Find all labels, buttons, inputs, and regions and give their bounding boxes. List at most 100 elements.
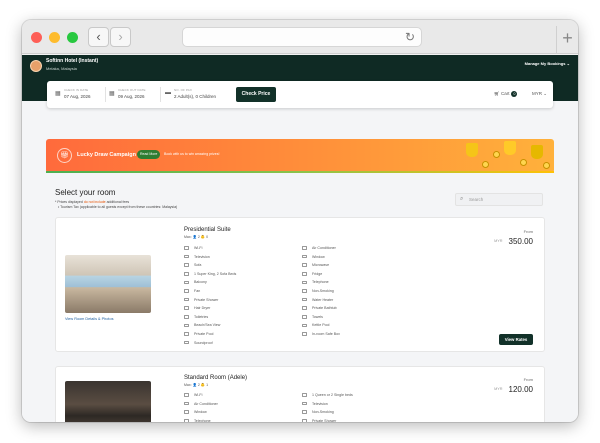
minimize-window-button[interactable] xyxy=(49,32,60,43)
amenity-label: Fridge xyxy=(312,271,323,276)
new-tab-plus-icon[interactable]: + xyxy=(556,26,578,54)
banner-accent-strip xyxy=(46,171,554,173)
amenity-icon xyxy=(302,280,307,285)
amenity-label: 1 Super King, 2 Sofa Beds xyxy=(194,271,237,276)
amenity-item: Sofa xyxy=(184,263,201,267)
amenity-label: Non-Smoking xyxy=(312,289,334,293)
back-arrow-icon[interactable]: ‹ xyxy=(88,27,109,47)
currency-selector[interactable]: MYR ⌄ xyxy=(532,91,547,97)
close-window-button[interactable] xyxy=(31,32,42,43)
amenity-label: In-room Safe Box xyxy=(312,332,340,336)
amenity-label: Television xyxy=(194,254,210,259)
check-out-value: 09 Aug, 2026 xyxy=(118,94,145,99)
amenity-icon xyxy=(184,297,189,302)
room-card: Standard Room (Adele) Max: 👤 2 👶 1 Wi-Fi… xyxy=(55,366,545,422)
room-max-occupancy: Max: 👤 2 👶 0 xyxy=(184,235,209,239)
note-suffix: additional fees xyxy=(106,200,130,204)
amenity-icon xyxy=(184,410,189,414)
amenity-label: Hair Dryer xyxy=(194,306,211,311)
amenity-icon xyxy=(302,254,307,259)
amenity-item: Air Conditioner xyxy=(184,402,218,406)
amenity-icon xyxy=(302,297,307,302)
amenity-label: Toiletries xyxy=(194,314,209,319)
amenity-icon xyxy=(302,323,307,328)
amenity-item: Balcony xyxy=(184,280,207,284)
manage-bookings-link[interactable]: Manage My Bookings ⌄ xyxy=(525,61,570,66)
amenity-icon xyxy=(302,272,307,276)
room-name: Standard Room (Adele) xyxy=(184,375,248,381)
note-prefix: * Prices displayed xyxy=(55,200,83,204)
view-rates-button[interactable]: View Rates xyxy=(499,334,533,345)
amenity-item: Toiletries xyxy=(184,315,208,319)
check-out-field[interactable]: ▦ CHECK OUT DATE 09 Aug, 2026 xyxy=(109,85,159,104)
hotel-logo xyxy=(30,60,42,72)
tax-note: • Tourism Tax (applicable to all guests … xyxy=(58,205,178,209)
check-price-button[interactable]: Check Price xyxy=(236,87,276,102)
amenity-item: Wi-Fi xyxy=(184,246,202,250)
price-value: 350.00 xyxy=(508,237,533,246)
amenity-item: Telephone xyxy=(302,280,329,284)
lucky-draw-banner[interactable]: 🎁︎ Lucky Draw Campaign Read More Book wi… xyxy=(46,139,554,173)
amenity-item: Air Conditioner xyxy=(302,246,336,250)
room-photo[interactable] xyxy=(65,381,151,422)
amenity-label: Telephone xyxy=(312,280,329,285)
coin-icon xyxy=(543,162,550,169)
divider xyxy=(160,87,161,102)
amenity-item: In-room Safe Box xyxy=(302,332,340,336)
coin-icon xyxy=(482,161,489,168)
check-in-field[interactable]: ▦ CHECK IN DATE 07 Aug, 2026 xyxy=(55,85,103,104)
banner-text: Book with us to win amazing prizes! xyxy=(164,152,220,156)
guests-field[interactable]: ▬ NO. OF PAX 2 Adult(s), 0 Children xyxy=(165,85,233,104)
view-room-details-link[interactable]: View Room Details & Photos xyxy=(65,317,113,321)
room-price: MYR 120.00 xyxy=(494,385,533,394)
amenity-label: Air Conditioner xyxy=(312,246,336,250)
price-value: 120.00 xyxy=(508,385,533,394)
trophy-icon xyxy=(466,143,478,157)
coin-icon xyxy=(493,151,500,158)
amenity-item: 1 Super King, 2 Sofa Beds xyxy=(184,272,236,276)
from-label: From xyxy=(523,229,533,234)
amenity-icon xyxy=(302,332,307,336)
cart-label: Cart xyxy=(500,91,510,96)
amenity-icon xyxy=(184,280,189,285)
availability-search-bar: ▦ CHECK IN DATE 07 Aug, 2026 ▦ CHECK OUT… xyxy=(47,81,553,108)
forward-arrow-icon[interactable]: › xyxy=(110,27,131,47)
zoom-window-button[interactable] xyxy=(67,32,78,43)
amenity-label: Non-Smoking xyxy=(312,410,334,415)
amenity-item: Kettle Pool xyxy=(302,323,329,327)
amenity-item: Private Shower xyxy=(302,419,336,422)
read-more-button[interactable]: Read More xyxy=(137,150,161,159)
amenity-item: Private Bathtub xyxy=(302,306,337,310)
amenity-label: Private Pool xyxy=(194,332,214,336)
room-search-input[interactable]: ⌕ Search xyxy=(455,193,543,206)
amenity-label: Balcony xyxy=(194,280,207,285)
amenity-icon xyxy=(302,263,307,267)
hotel-location: Melaka, Malaysia xyxy=(46,66,77,71)
amenity-item: Private Pool xyxy=(184,332,213,336)
amenity-label: Sofa xyxy=(194,263,202,268)
amenity-icon xyxy=(184,246,189,250)
amenity-icon xyxy=(302,306,307,310)
room-photo[interactable] xyxy=(65,255,151,313)
guests-value: 2 Adult(s), 0 Children xyxy=(174,94,217,99)
cart-button[interactable]: 🛒︎ Cart 0 xyxy=(494,91,518,97)
amenity-item: Beach/Sea View xyxy=(184,323,220,327)
amenity-item: Window xyxy=(184,410,207,414)
reload-icon[interactable]: ↻ xyxy=(405,30,415,44)
amenity-icon xyxy=(184,272,189,276)
trophy-icon xyxy=(504,141,516,155)
divider xyxy=(105,87,106,102)
amenity-label: Private Bathtub xyxy=(312,306,337,311)
amenity-icon xyxy=(302,393,307,397)
calendar-icon: ▦ xyxy=(109,91,115,97)
amenity-label: Private Shower xyxy=(312,418,337,422)
amenity-icon xyxy=(184,401,189,406)
amenity-icon xyxy=(302,315,307,319)
amenity-item: Water Heater xyxy=(302,298,333,302)
check-out-label: CHECK OUT DATE xyxy=(118,88,146,92)
check-in-value: 07 Aug, 2026 xyxy=(64,94,91,99)
amenity-icon xyxy=(184,306,189,310)
amenity-label: Fan xyxy=(194,289,201,293)
amenity-item: Microwave xyxy=(302,263,329,267)
address-bar[interactable]: ↻ xyxy=(182,27,422,47)
